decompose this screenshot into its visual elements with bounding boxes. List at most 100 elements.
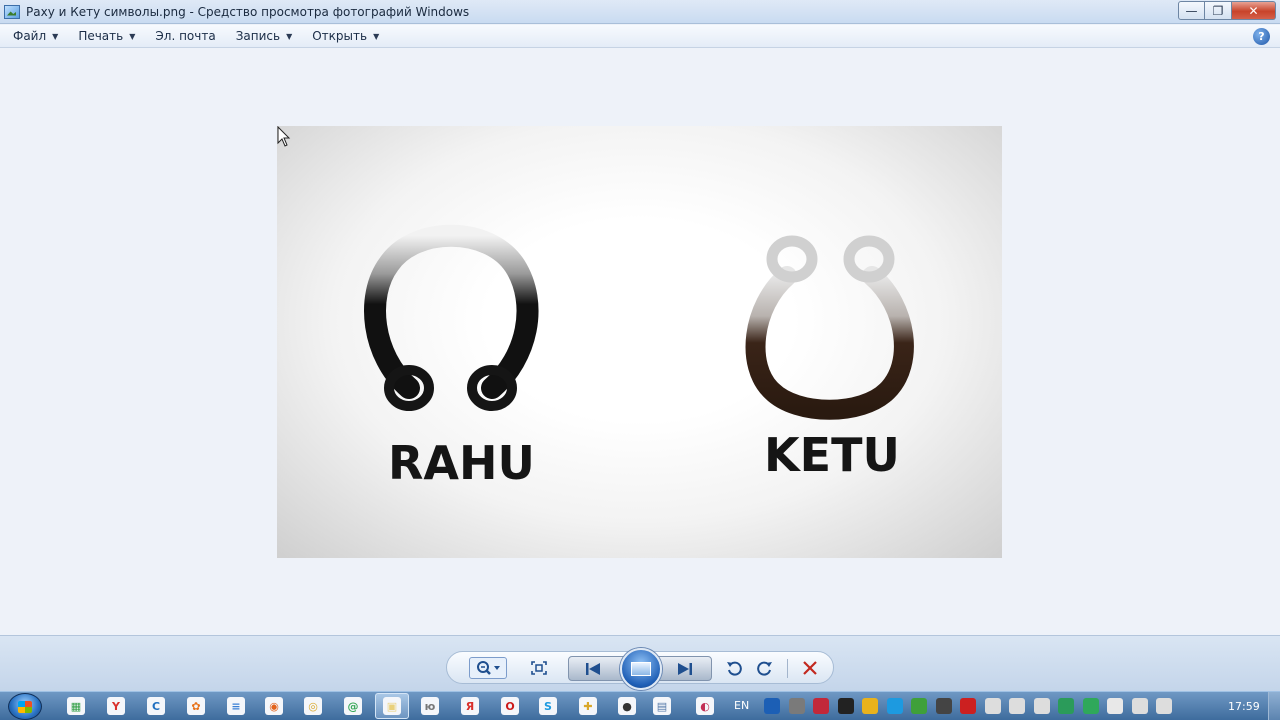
taskbar-email-app-icon[interactable]: @ xyxy=(343,696,363,716)
tray-steam-icon[interactable] xyxy=(837,698,854,714)
menu-burn[interactable]: Запись ▼ xyxy=(223,25,300,48)
previous-button[interactable] xyxy=(583,659,603,679)
taskbar-yandex-browser-icon[interactable]: Y xyxy=(106,696,126,716)
close-button[interactable]: ✕ xyxy=(1232,1,1276,20)
title-bar: Раху и Кету символы.png - Средство просм… xyxy=(0,0,1280,24)
taskbar-photo-viewer-icon[interactable]: ▣ xyxy=(375,693,409,719)
clock[interactable]: 17:59 xyxy=(1228,700,1260,713)
rahu-ketu-symbols xyxy=(364,224,914,420)
menu-print-label: Печать xyxy=(78,29,124,43)
chevron-down-icon: ▼ xyxy=(129,31,136,41)
taskbar-app-glyph: ● xyxy=(618,697,636,715)
tray-nvidia-icon[interactable] xyxy=(911,698,927,714)
tray-volume-icon[interactable] xyxy=(1033,698,1050,714)
menu-file[interactable]: Файл ▼ xyxy=(0,25,65,48)
rotate-right-button[interactable] xyxy=(755,658,775,678)
taskbar: ▦ Y C ✿ ≡ ◉ ◎ @ ▣ ю Я O S ✚ ● ▤ ◐ EN 17:59 xyxy=(0,691,1280,720)
tray-screen-icon[interactable] xyxy=(1131,698,1148,714)
taskbar-app-glyph: @ xyxy=(344,697,362,715)
show-desktop-button[interactable] xyxy=(1268,692,1280,720)
tray-flower-icon[interactable] xyxy=(862,698,878,714)
language-indicator[interactable]: EN xyxy=(734,699,749,712)
minimize-button[interactable]: — xyxy=(1178,1,1205,20)
taskbar-app-glyph: ◐ xyxy=(696,697,714,715)
tray-tools-icon[interactable] xyxy=(935,698,952,714)
fit-to-window-icon xyxy=(531,661,547,675)
taskbar-app-10-icon[interactable]: ю xyxy=(420,696,440,716)
start-button[interactable] xyxy=(8,693,42,720)
taskbar-skype-icon[interactable]: S xyxy=(538,696,558,716)
slideshow-icon xyxy=(631,662,651,676)
tray-lips-icon[interactable] xyxy=(813,698,829,714)
chevron-down-icon: ▼ xyxy=(52,31,59,41)
tray-security-icon[interactable] xyxy=(764,698,780,714)
taskbar-app-glyph: Y xyxy=(107,697,125,715)
taskbar-app-14-icon[interactable]: ✚ xyxy=(578,696,598,716)
taskbar-chrome-icon[interactable]: ◎ xyxy=(303,696,323,716)
tray-flag-icon[interactable] xyxy=(984,698,1001,714)
taskbar-app-16-icon[interactable]: ▤ xyxy=(652,696,672,716)
tray-acrobat-icon[interactable] xyxy=(960,698,976,714)
chevron-down-icon: ▼ xyxy=(286,31,293,41)
fit-to-window-button[interactable] xyxy=(527,658,551,678)
taskbar-app-17-icon[interactable]: ◐ xyxy=(695,696,715,716)
taskbar-app-glyph: ✿ xyxy=(187,697,205,715)
windows-logo-icon xyxy=(18,700,32,713)
maximize-button[interactable]: ❐ xyxy=(1205,1,1232,20)
tray-vpn-icon[interactable] xyxy=(1058,698,1074,714)
taskbar-app-glyph: Я xyxy=(461,697,479,715)
menu-print[interactable]: Печать ▼ xyxy=(65,25,142,48)
taskbar-document-icon[interactable]: ≡ xyxy=(226,696,246,716)
zoom-button[interactable] xyxy=(469,657,507,679)
rotate-right-icon xyxy=(757,661,772,676)
rahu-symbol xyxy=(364,224,539,411)
ketu-label: KETU xyxy=(764,428,900,482)
taskbar-app-glyph: ◉ xyxy=(265,697,283,715)
taskbar-app-15-icon[interactable]: ● xyxy=(617,696,637,716)
taskbar-yandex-icon[interactable]: Я xyxy=(460,696,480,716)
menu-email[interactable]: Эл. почта xyxy=(142,25,222,48)
taskbar-blue-app-icon[interactable]: C xyxy=(146,696,166,716)
photo-viewer-app-icon xyxy=(4,4,20,19)
menu-file-label: Файл xyxy=(13,29,47,43)
chevron-down-icon: ▼ xyxy=(373,31,380,41)
previous-icon xyxy=(586,663,600,675)
mouse-cursor-icon xyxy=(277,126,291,147)
menu-burn-label: Запись xyxy=(235,29,281,43)
taskbar-app-glyph: ▦ xyxy=(67,697,85,715)
viewer-control-bar xyxy=(0,635,1280,691)
tray-skype-icon[interactable] xyxy=(886,698,903,714)
taskbar-spreadsheet-icon[interactable]: ▦ xyxy=(66,696,86,716)
photo-viewport: RAHU KETU xyxy=(0,49,1280,635)
window-title: Раху и Кету символы.png - Средство просм… xyxy=(26,4,470,19)
menu-open[interactable]: Открыть ▼ xyxy=(299,25,386,48)
tray-notes-icon[interactable] xyxy=(1156,698,1172,714)
tray-app-ju-icon[interactable] xyxy=(788,698,805,714)
menu-bar: Файл ▼ Печать ▼ Эл. почта Запись ▼ Откры… xyxy=(0,25,1280,48)
taskbar-app-glyph: ◎ xyxy=(304,697,322,715)
taskbar-app-glyph: ▤ xyxy=(653,697,671,715)
taskbar-opera-icon[interactable]: O xyxy=(500,696,520,716)
menu-open-label: Открыть xyxy=(312,29,368,43)
next-icon xyxy=(678,663,692,675)
delete-button[interactable] xyxy=(799,658,821,678)
tray-mail-icon[interactable] xyxy=(1107,698,1123,714)
taskbar-media-app-icon[interactable]: ✿ xyxy=(186,696,206,716)
slideshow-button[interactable] xyxy=(620,648,662,690)
menu-email-label: Эл. почта xyxy=(155,29,216,43)
taskbar-app-glyph: ✚ xyxy=(579,697,597,715)
ketu-symbol xyxy=(745,235,914,420)
displayed-image: RAHU KETU xyxy=(277,126,1002,558)
taskbar-firefox-icon[interactable]: ◉ xyxy=(264,696,284,716)
taskbar-app-glyph: ю xyxy=(421,697,439,715)
control-pill xyxy=(446,648,834,690)
taskbar-app-glyph: C xyxy=(147,697,165,715)
delete-icon xyxy=(803,661,817,675)
next-button[interactable] xyxy=(675,659,695,679)
rotate-left-button[interactable] xyxy=(724,658,744,678)
tray-email-icon[interactable] xyxy=(1082,698,1099,714)
taskbar-app-glyph: S xyxy=(539,697,557,715)
tray-network-icon[interactable] xyxy=(1009,698,1025,714)
control-separator xyxy=(787,659,788,678)
help-icon[interactable]: ? xyxy=(1253,28,1270,45)
